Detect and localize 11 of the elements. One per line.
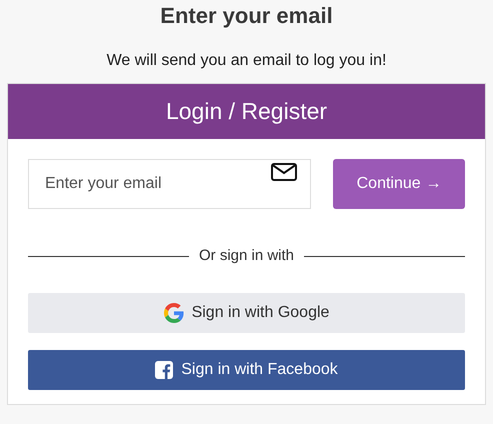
subtitle-text: We will send you an email to log you in!: [106, 51, 386, 71]
continue-button[interactable]: Continue →: [333, 159, 465, 209]
google-sign-in-button[interactable]: Sign in with Google: [28, 292, 465, 332]
page-heading: Enter your email: [160, 2, 333, 30]
card-title: Login / Register: [166, 97, 328, 126]
google-icon: [164, 302, 184, 322]
divider-text: Or sign in with: [198, 246, 294, 266]
envelope-icon: [271, 163, 298, 181]
facebook-icon: [155, 360, 174, 378]
facebook-sign-in-button[interactable]: Sign in with Facebook: [28, 350, 465, 390]
email-field[interactable]: Enter your email: [28, 159, 312, 209]
